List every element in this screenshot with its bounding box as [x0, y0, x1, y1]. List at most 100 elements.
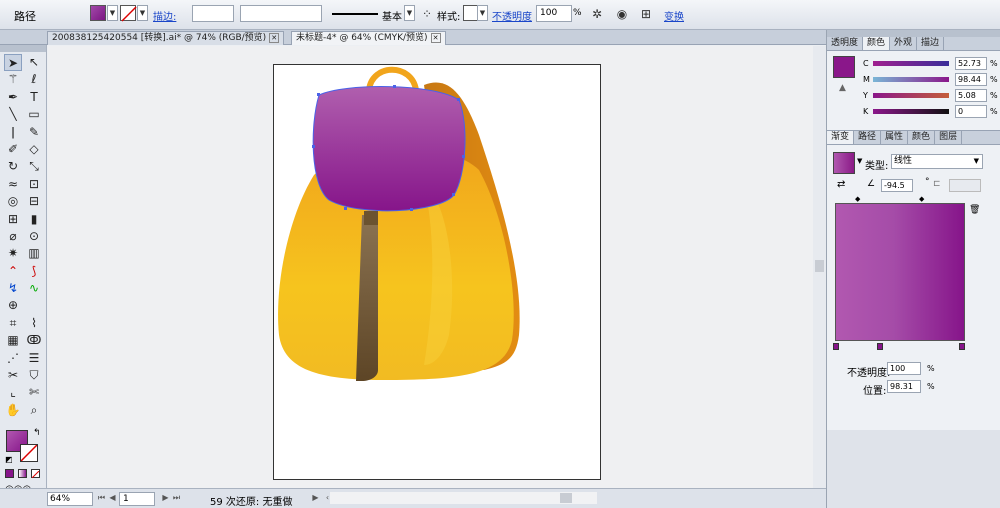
yellow-value-field[interactable]: 5.08: [955, 89, 987, 102]
horizontal-scrollbar[interactable]: [330, 492, 597, 504]
gradient-thumbnail[interactable]: [833, 152, 855, 174]
eraser-tool-icon[interactable]: ◇: [25, 141, 43, 158]
swap-fill-stroke-icon[interactable]: ↰: [33, 428, 41, 438]
recolor-artwork-icon[interactable]: ✲: [588, 5, 606, 23]
tab-color[interactable]: 颜色: [863, 37, 891, 50]
pencil-tool-icon[interactable]: ✎: [25, 124, 43, 141]
isolate-object-icon[interactable]: ◉: [613, 5, 631, 23]
cyan-value-field[interactable]: 52.73: [955, 57, 987, 70]
type-tool-icon[interactable]: T: [25, 89, 43, 106]
next-artboard-icon[interactable]: ▶: [160, 492, 171, 504]
add-anchor-tool-icon[interactable]: ↯: [4, 280, 22, 297]
anchor-point-tool-icon[interactable]: ⌃: [4, 263, 22, 280]
gradient-tool-icon[interactable]: ▮: [25, 211, 43, 228]
gradient-mode-icon[interactable]: [18, 469, 27, 478]
scissors-tool-icon[interactable]: ✄: [25, 384, 43, 401]
tab-attributes[interactable]: 属性: [881, 131, 909, 144]
free-transform-tool-icon[interactable]: ⊡: [25, 176, 43, 193]
tab-layers[interactable]: 图层: [935, 131, 963, 144]
perspective-grid-tool-icon[interactable]: ⊟: [25, 193, 43, 210]
backpack-artwork[interactable]: [274, 65, 602, 481]
vertical-scrollbar[interactable]: [813, 46, 826, 488]
hand-tool-icon[interactable]: ✋: [4, 402, 22, 419]
magenta-value-field[interactable]: 98.44: [955, 73, 987, 86]
midpoint-diamond-icon[interactable]: ◆: [855, 195, 860, 203]
lasso-tool-icon[interactable]: ℓ: [25, 71, 43, 88]
mesh-grid-tool-icon[interactable]: ▦: [4, 332, 22, 349]
panel-dock-header[interactable]: [827, 30, 1000, 37]
tab-color-2[interactable]: 颜色: [908, 131, 936, 144]
brush-definition-icon[interactable]: ⁘: [418, 5, 436, 23]
tools-panel-header[interactable]: [0, 45, 46, 52]
rotate-tool-icon[interactable]: ↻: [4, 158, 22, 175]
variable-width-field[interactable]: [240, 5, 322, 22]
line-tool-icon[interactable]: ╲: [4, 106, 22, 123]
magenta-slider[interactable]: [873, 77, 949, 82]
symbol-sprayer-tool-icon[interactable]: ✷: [4, 245, 22, 262]
direct-selection-tool-icon[interactable]: ↖: [25, 54, 43, 71]
tab-pathfinder[interactable]: 路径: [854, 131, 882, 144]
delete-stop-icon[interactable]: 🗑: [969, 205, 980, 215]
midpoint-diamond-icon[interactable]: ◆: [919, 195, 924, 203]
tab-stroke[interactable]: 描边: [917, 37, 945, 50]
selection-tool-icon[interactable]: ➤: [4, 54, 22, 71]
paint-bucket-tool-icon[interactable]: ⛉: [25, 367, 43, 384]
cyan-slider[interactable]: [873, 61, 949, 66]
gradient-thumbnail-dropdown-icon[interactable]: ▼: [857, 157, 862, 165]
black-slider[interactable]: [873, 109, 949, 114]
prev-artboard-icon[interactable]: ◀: [107, 492, 118, 504]
zoom-field[interactable]: 64%: [47, 492, 93, 506]
tab-document-1[interactable]: 200838125420554 [转换].ai* @ 74% (RGB/预览) ✕: [47, 31, 285, 45]
list-tool-icon[interactable]: ☰: [25, 350, 43, 367]
crop-tool-icon[interactable]: ⌞: [4, 384, 22, 401]
eyedropper-tool-icon[interactable]: ⌀: [4, 228, 22, 245]
last-artboard-icon[interactable]: ⏭: [171, 492, 182, 504]
default-colors-icon[interactable]: ◩: [5, 455, 13, 464]
shape-builder-tool-icon[interactable]: ◎: [4, 193, 22, 210]
stroke-swatch[interactable]: [120, 5, 137, 22]
close-icon[interactable]: ✕: [269, 33, 280, 43]
profile-dropdown-icon[interactable]: ▼: [404, 5, 415, 21]
warp-tool-icon[interactable]: ⌇: [25, 315, 43, 332]
align-options-icon[interactable]: ⊞: [637, 5, 655, 23]
rectangle-tool-icon[interactable]: ▭: [25, 106, 43, 123]
slice-tool-icon[interactable]: ✂: [4, 367, 22, 384]
black-value-field[interactable]: 0: [955, 105, 987, 118]
tab-appearance[interactable]: 外观: [890, 37, 918, 50]
artboard[interactable]: [273, 64, 601, 480]
tab-transparency[interactable]: 透明度: [827, 37, 864, 50]
fill-swatch[interactable]: [90, 5, 106, 21]
tab-document-2[interactable]: 未标题-4* @ 64% (CMYK/预览) ✕: [291, 31, 446, 45]
gradient-slider-preview[interactable]: [835, 203, 965, 341]
stop-location-field[interactable]: 98.31: [887, 380, 921, 393]
symbol-tool-icon[interactable]: ⊕: [4, 297, 22, 314]
canvas-area[interactable]: [48, 46, 825, 488]
tab-gradient[interactable]: 渐变: [827, 131, 855, 144]
status-menu-icon[interactable]: ▶: [310, 492, 321, 504]
stroke-dropdown-icon[interactable]: ▼: [137, 5, 148, 21]
magic-wand-tool-icon[interactable]: ⚚: [4, 71, 22, 88]
stop-opacity-field[interactable]: 100: [887, 362, 921, 375]
reverse-gradient-icon[interactable]: ⇄: [837, 179, 845, 190]
paintbrush-tool-icon[interactable]: ǀ: [4, 124, 22, 141]
vertical-scroll-thumb[interactable]: [815, 260, 824, 272]
gradient-stop-mid[interactable]: [877, 343, 883, 350]
color-mode-icon[interactable]: [5, 469, 14, 478]
gradient-type-select[interactable]: 线性 ▼: [891, 154, 983, 169]
gradient-stop-right[interactable]: [959, 343, 965, 350]
opacity-field[interactable]: 100: [536, 5, 572, 22]
twirl-tool-icon[interactable]: ↂ: [25, 332, 43, 349]
gradient-stop-left[interactable]: [833, 343, 839, 350]
horizontal-scroll-thumb[interactable]: [560, 493, 572, 503]
first-artboard-icon[interactable]: ⏮: [96, 492, 107, 504]
pen-tool-icon[interactable]: ✒: [4, 89, 22, 106]
mesh-tool-icon[interactable]: ⊞: [4, 211, 22, 228]
blend-tool-icon[interactable]: ⊙: [25, 228, 43, 245]
none-mode-icon[interactable]: [31, 469, 40, 479]
stroke-weight-field[interactable]: [192, 5, 234, 22]
opacity-link[interactable]: 不透明度: [492, 8, 532, 23]
artboard-number-field[interactable]: 1: [119, 492, 155, 506]
style-dropdown-icon[interactable]: ▼: [477, 5, 488, 21]
yellow-slider[interactable]: [873, 93, 949, 98]
artboard-tool-icon[interactable]: ⌗: [4, 315, 22, 332]
